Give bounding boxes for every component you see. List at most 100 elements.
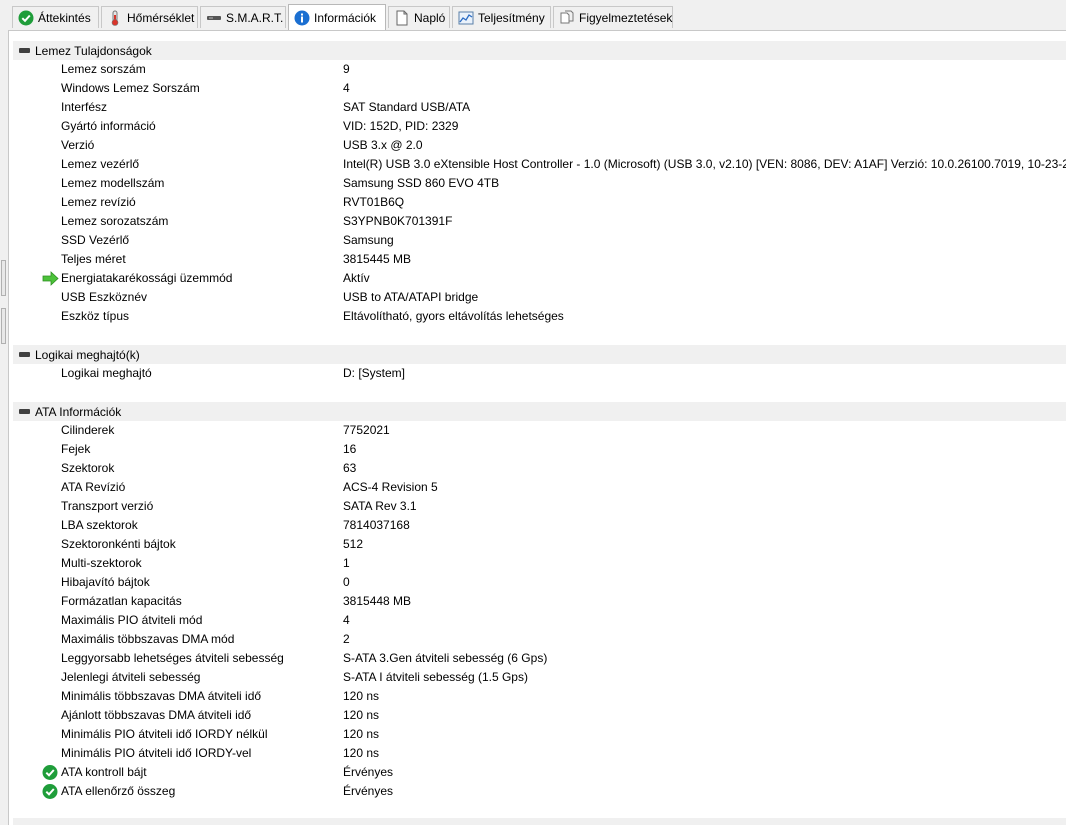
collapse-icon[interactable] [19,409,30,414]
property-label: Gyártó információ [61,119,156,133]
tab-temperature[interactable]: Hőmérséklet [101,6,198,28]
property-row[interactable]: Minimális többszavas DMA átviteli idő 120… [13,687,1066,706]
property-row[interactable]: Transzport verzió SATA Rev 3.1 [13,497,1066,516]
property-label: USB Eszköznév [61,290,148,304]
property-row[interactable]: Multi-szektorok 1 [13,554,1066,573]
property-label: Transzport verzió [61,499,154,513]
property-row[interactable]: Lemez sorozatszám S3YPNB0K701391F [13,212,1066,231]
property-label: Szektoronkénti bájtok [61,537,176,551]
property-label: Minimális többszavas DMA átviteli idő [61,689,262,703]
tab-information[interactable]: Információk [288,4,386,30]
property-row[interactable]: ATA kontroll bájt Érvényes [13,763,1066,782]
property-row[interactable]: Interfész SAT Standard USB/ATA [13,98,1066,117]
tab-performance[interactable]: Teljesítmény [452,6,551,28]
property-row[interactable]: Minimális PIO átviteli idő IORDY-vel 120 … [13,744,1066,763]
property-label: Interfész [61,100,108,114]
property-label: Szektorok [61,461,115,475]
group-header[interactable]: Lemez Tulajdonságok [13,41,1066,60]
property-row[interactable]: LBA szektorok 7814037168 [13,516,1066,535]
property-row[interactable]: Jelenlegi átviteli sebesség S-ATA I átvit… [13,668,1066,687]
collapse-icon[interactable] [19,352,30,357]
property-row[interactable]: ATA Revízió ACS-4 Revision 5 [13,478,1066,497]
property-label: Maximális többszavas DMA mód [61,632,235,646]
property-value: 7814037168 [343,518,410,532]
property-row[interactable]: Verzió USB 3.x @ 2.0 [13,136,1066,155]
property-row[interactable]: Ajánlott többszavas DMA átviteli idő 120 … [13,706,1066,725]
property-row[interactable]: Fejek 16 [13,440,1066,459]
group-title: Logikai meghajtó(k) [35,347,140,362]
property-label: Lemez modellszám [61,176,165,190]
property-row[interactable]: Energiatakarékossági üzemmód Aktív [13,269,1066,288]
property-row[interactable]: ATA ellenőrző összeg Érvényes [13,782,1066,801]
property-value: 120 ns [343,689,380,703]
property-label: LBA szektorok [61,518,138,532]
property-row[interactable]: Gyártó információ VID: 152D, PID: 2329 [13,117,1066,136]
property-row[interactable]: Windows Lemez Sorszám 4 [13,79,1066,98]
property-value: 2 [343,632,350,646]
property-row[interactable]: Leggyorsabb lehetséges átviteli sebesség… [13,649,1066,668]
property-row[interactable]: Maximális többszavas DMA mód 2 [13,630,1066,649]
property-label: Minimális PIO átviteli idő IORDY-vel [61,746,252,760]
tab-overview[interactable]: Áttekintés [12,6,99,28]
property-value: 4 [343,81,350,95]
next-group-header [13,818,1066,825]
check-circle-icon [18,10,34,26]
property-row[interactable]: Logikai meghajtó D: [System] [13,364,1066,383]
green-arrow-icon [42,270,60,287]
property-value: Intel(R) USB 3.0 eXtensible Host Control… [343,157,1066,171]
property-label: Teljes méret [61,252,126,266]
property-row[interactable]: Szektoronkénti bájtok 512 [13,535,1066,554]
property-row[interactable]: Formázatlan kapacitás 3815448 MB [13,592,1066,611]
group-title: ATA Információk [35,404,122,419]
group-header[interactable]: ATA Információk [13,402,1066,421]
tab-log[interactable]: Napló [388,6,450,28]
property-value: 4 [343,613,350,627]
property-value: Samsung SSD 860 EVO 4TB [343,176,500,190]
group-title: Lemez Tulajdonságok [35,43,152,58]
property-value: Érvényes [343,765,394,779]
property-value: D: [System] [343,366,406,380]
tab-label: Teljesítmény [478,10,545,25]
property-value: S-ATA I átviteli sebesség (1.5 Gps) [343,670,528,684]
property-row[interactable]: Cilinderek 7752021 [13,421,1066,440]
property-row[interactable]: Szektorok 63 [13,459,1066,478]
property-label: Multi-szektorok [61,556,142,570]
drive-icon [206,10,222,26]
property-row[interactable]: Teljes méret 3815445 MB [13,250,1066,269]
property-label: Lemez sorszám [61,62,146,76]
property-row[interactable]: Hibajavító bájtok 0 [13,573,1066,592]
property-label: Energiatakarékossági üzemmód [61,271,233,285]
collapse-icon[interactable] [19,48,30,53]
splitter-handle[interactable] [1,260,6,296]
property-value: 3815445 MB [343,252,412,266]
property-label: ATA ellenőrző összeg [61,784,176,798]
property-row[interactable]: Eszköz típus Eltávolítható, gyors eltávol… [13,307,1066,326]
tab-warnings[interactable]: Figyelmeztetések [553,6,673,28]
info-icon [294,10,310,26]
group-header[interactable]: Logikai meghajtó(k) [13,345,1066,364]
property-label: Formázatlan kapacitás [61,594,182,608]
property-row[interactable]: USB Eszköznév USB to ATA/ATAPI bridge [13,288,1066,307]
tab-label: Napló [414,10,446,25]
property-label: SSD Vezérlő [61,233,130,247]
property-value: SATA Rev 3.1 [343,499,417,513]
splitter-handle[interactable] [1,308,6,344]
property-row[interactable]: SSD Vezérlő Samsung [13,231,1066,250]
tab-bar: Áttekintés Hőmérséklet S.M.A.R.T. Inform… [0,0,1066,30]
property-value: SAT Standard USB/ATA [343,100,471,114]
tab-label: Áttekintés [38,10,91,25]
property-label: Jelenlegi átviteli sebesség [61,670,201,684]
property-row[interactable]: Lemez revízió RVT01B6Q [13,193,1066,212]
left-splitter[interactable] [0,30,8,825]
property-row[interactable]: Minimális PIO átviteli idő IORDY nélkül 1… [13,725,1066,744]
property-row[interactable]: Maximális PIO átviteli mód 4 [13,611,1066,630]
property-label: Eszköz típus [61,309,130,323]
property-row[interactable]: Lemez vezérlő Intel(R) USB 3.0 eXtensible… [13,155,1066,174]
property-label: ATA kontroll bájt [61,765,147,779]
property-row[interactable]: Lemez modellszám Samsung SSD 860 EVO 4TB [13,174,1066,193]
property-value: 1 [343,556,350,570]
tab-label: Figyelmeztetések [579,10,673,25]
tab-smart[interactable]: S.M.A.R.T. [200,6,286,28]
tab-label: S.M.A.R.T. [226,10,284,25]
property-row[interactable]: Lemez sorszám 9 [13,60,1066,79]
